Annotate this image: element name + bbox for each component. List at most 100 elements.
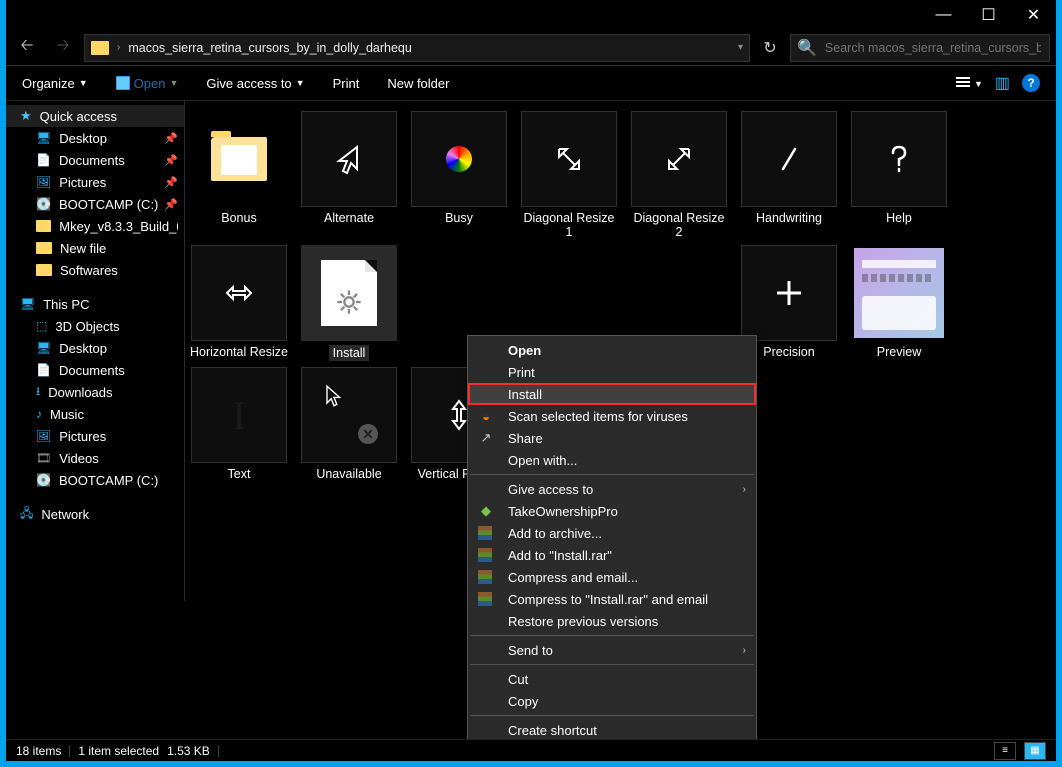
ctx-create-shortcut[interactable]: Create shortcut — [468, 719, 756, 739]
ctx-send-to[interactable]: Send to› — [468, 639, 756, 661]
view-menu-icon[interactable]: ▼ — [956, 74, 983, 92]
file-item-handwriting[interactable]: Handwriting — [739, 111, 839, 239]
file-item-preview[interactable]: Preview — [849, 245, 949, 361]
file-label: Horizontal Resize — [190, 345, 288, 359]
drive-icon: 💽 — [36, 197, 51, 211]
refresh-button[interactable]: ↻ — [756, 34, 784, 62]
ctx-open-with[interactable]: Open with... — [468, 449, 756, 471]
file-item-text[interactable]: I Text — [189, 367, 289, 481]
files-grid[interactable]: Bonus Alternate Busy Diagonal Resize 1 D… — [185, 101, 1056, 739]
file-item-help[interactable]: Help — [849, 111, 949, 239]
ctx-compress-email[interactable]: Compress and email... — [468, 566, 756, 588]
ctx-add-archive[interactable]: Add to archive... — [468, 522, 756, 544]
minimize-button[interactable]: — — [921, 0, 966, 30]
organize-menu[interactable]: Organize ▼ — [22, 76, 88, 91]
ctx-compress-rar-email[interactable]: Compress to "Install.rar" and email — [468, 588, 756, 610]
file-item-install[interactable]: Install — [299, 245, 399, 361]
sidebar-item-pictures[interactable]: 🖼Pictures📌 — [6, 171, 184, 193]
document-icon: 📄 — [36, 153, 51, 167]
separator — [470, 664, 754, 665]
help-button[interactable]: ? — [1022, 74, 1040, 92]
address-bar[interactable]: › macos_sierra_retina_cursors_by_in_doll… — [84, 34, 750, 62]
sidebar-item-this-pc[interactable]: 🖥This PC — [6, 293, 184, 315]
sidebar-item-softwares[interactable]: Softwares — [6, 259, 184, 281]
pen-icon — [769, 139, 809, 179]
sidebar-item-quick-access[interactable]: ★Quick access — [6, 105, 184, 127]
ctx-restore[interactable]: Restore previous versions — [468, 610, 756, 632]
desktop-icon: 🖥 — [36, 131, 51, 145]
sidebar-item-desktop[interactable]: 🖥Desktop📌 — [6, 127, 184, 149]
sidebar-item-network[interactable]: 🖧Network — [6, 503, 184, 525]
sidebar-item-documents-2[interactable]: 📄Documents — [6, 359, 184, 381]
ctx-give-access[interactable]: Give access to› — [468, 478, 756, 500]
file-item-hresize[interactable]: Horizontal Resize — [189, 245, 289, 361]
details-view-button[interactable]: ≡ — [994, 742, 1016, 760]
file-item-alternate[interactable]: Alternate — [299, 111, 399, 239]
open-icon — [116, 76, 130, 90]
file-item-unavailable[interactable]: ✕ Unavailable — [299, 367, 399, 481]
winrar-icon — [478, 592, 492, 606]
pictures-icon: 🖼 — [36, 175, 51, 189]
navigation-sidebar: ★Quick access 🖥Desktop📌 📄Documents📌 🖼Pic… — [6, 101, 184, 739]
precision-icon — [769, 273, 809, 313]
file-explorer-window: — ☐ ✕ 🡠 🡢 🡡 › macos_sierra_retina_cursor… — [6, 0, 1056, 761]
sidebar-item-bootcamp-2[interactable]: 💽BOOTCAMP (C:) — [6, 469, 184, 491]
navigation-bar: 🡠 🡢 🡡 › macos_sierra_retina_cursors_by_i… — [6, 30, 1056, 66]
sidebar-item-music[interactable]: ♪Music — [6, 403, 184, 425]
ctx-cut[interactable]: Cut — [468, 668, 756, 690]
sidebar-item-pictures-2[interactable]: 🖼Pictures — [6, 425, 184, 447]
chevron-right-icon: › — [117, 42, 120, 53]
search-input[interactable] — [823, 40, 1043, 56]
sidebar-item-documents[interactable]: 📄Documents📌 — [6, 149, 184, 171]
breadcrumb-current[interactable]: macos_sierra_retina_cursors_by_in_dolly_… — [128, 41, 412, 55]
give-access-menu[interactable]: Give access to ▼ — [206, 76, 304, 91]
status-item-count: 18 items — [16, 744, 61, 758]
sidebar-item-videos[interactable]: 🎞Videos — [6, 447, 184, 469]
ctx-takeownership[interactable]: ◆TakeOwnershipPro — [468, 500, 756, 522]
close-button[interactable]: ✕ — [1011, 0, 1056, 30]
search-box[interactable]: 🔍 — [790, 34, 1050, 62]
file-item-bonus[interactable]: Bonus — [189, 111, 289, 239]
file-item-diag2[interactable]: Diagonal Resize 2 — [629, 111, 729, 239]
separator — [470, 635, 754, 636]
cursor-arrow-icon — [320, 382, 348, 410]
file-item-diag1[interactable]: Diagonal Resize 1 — [519, 111, 619, 239]
sidebar-item-mkey[interactable]: Mkey_v8.3.3_Build_0 — [6, 215, 184, 237]
takeownership-icon: ◆ — [478, 503, 494, 519]
open-menu[interactable]: Open ▼ — [116, 76, 179, 91]
print-button[interactable]: Print — [333, 76, 360, 91]
download-icon: ⭳ — [36, 382, 40, 403]
content-area: ★Quick access 🖥Desktop📌 📄Documents📌 🖼Pic… — [6, 101, 1056, 739]
ctx-scan-viruses[interactable]: ◒Scan selected items for viruses — [468, 405, 756, 427]
sidebar-item-bootcamp[interactable]: 💽BOOTCAMP (C:)📌 — [6, 193, 184, 215]
thumbnails-view-button[interactable]: ▦ — [1024, 742, 1046, 760]
pictures-icon: 🖼 — [36, 429, 51, 443]
new-folder-button[interactable]: New folder — [387, 76, 449, 91]
star-icon: ★ — [20, 108, 32, 124]
ctx-print[interactable]: Print — [468, 361, 756, 383]
pc-icon: 🖥 — [20, 297, 35, 311]
maximize-button[interactable]: ☐ — [966, 0, 1011, 30]
back-button[interactable]: 🡠 — [12, 33, 42, 63]
sidebar-item-desktop-2[interactable]: 🖥Desktop — [6, 337, 184, 359]
file-label: Handwriting — [756, 211, 822, 225]
chevron-down-icon[interactable]: ▾ — [738, 42, 743, 53]
ctx-copy[interactable]: Copy — [468, 690, 756, 712]
folder-icon — [36, 242, 52, 254]
ctx-install[interactable]: Install — [468, 383, 756, 405]
inf-file-icon — [321, 260, 377, 326]
command-bar: Organize ▼ Open ▼ Give access to ▼ Print… — [6, 66, 1056, 101]
ctx-open[interactable]: Open — [468, 339, 756, 361]
ctx-share[interactable]: ↗Share — [468, 427, 756, 449]
forward-button[interactable]: 🡢 — [48, 33, 78, 63]
winrar-icon — [478, 526, 492, 540]
sidebar-item-downloads[interactable]: ⭳Downloads — [6, 381, 184, 403]
preview-pane-toggle-icon[interactable]: ▥ — [995, 73, 1010, 93]
sidebar-item-new-file[interactable]: New file — [6, 237, 184, 259]
file-item-busy[interactable]: Busy — [409, 111, 509, 239]
sidebar-item-3d-objects[interactable]: ⬚3D Objects — [6, 315, 184, 337]
pin-icon: 📌 — [164, 198, 178, 211]
file-label: Unavailable — [316, 467, 381, 481]
ctx-add-rar[interactable]: Add to "Install.rar" — [468, 544, 756, 566]
file-label: Diagonal Resize 1 — [519, 211, 619, 239]
